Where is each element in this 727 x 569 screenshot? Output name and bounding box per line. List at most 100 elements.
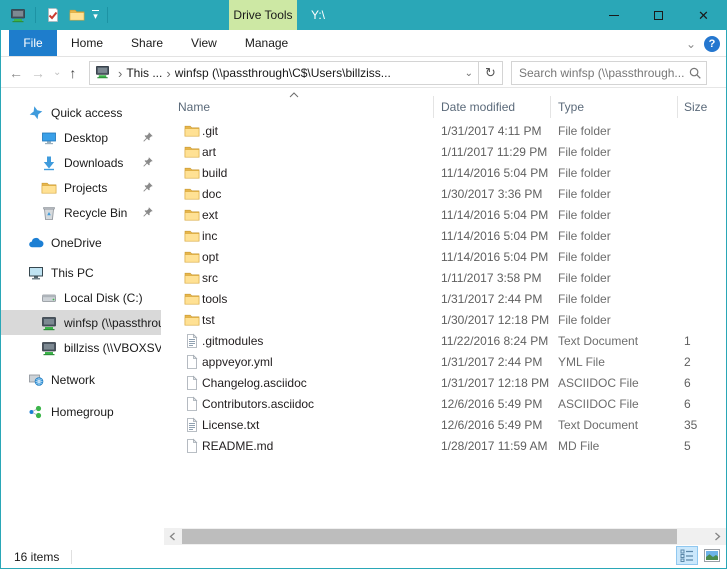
file-date-modified: 1/31/2017 4:11 PM: [441, 121, 553, 142]
file-row[interactable]: art 1/11/2017 11:29 PM File folder: [161, 142, 726, 163]
back-icon[interactable]: ←: [9, 65, 23, 81]
file-row[interactable]: ext 11/14/2016 5:04 PM File folder: [161, 205, 726, 226]
column-header-name[interactable]: Name: [161, 96, 434, 118]
file-type: File folder: [558, 247, 678, 268]
close-button[interactable]: ✕: [681, 0, 726, 30]
sidebar-item-local-disk-c[interactable]: Local Disk (C:): [1, 285, 161, 310]
file-date-modified: 12/6/2016 5:49 PM: [441, 415, 553, 436]
file-date-modified: 1/31/2017 2:44 PM: [441, 352, 553, 373]
sidebar-item-downloads[interactable]: Downloads: [1, 150, 161, 175]
file-name: appveyor.yml: [202, 352, 432, 373]
help-icon[interactable]: ?: [704, 36, 720, 52]
drive-icon: [9, 6, 27, 24]
up-icon[interactable]: ↑: [69, 65, 76, 81]
sidebar-item-desktop[interactable]: Desktop: [1, 125, 161, 150]
explorer-window: ▾ Drive Tools Y:\ ✕ File Home Share View…: [0, 0, 727, 569]
qat-separator: [107, 7, 108, 23]
file-row[interactable]: opt 11/14/2016 5:04 PM File folder: [161, 247, 726, 268]
tab-share[interactable]: Share: [117, 30, 177, 56]
sort-ascending-icon: [288, 88, 300, 96]
details-view-button[interactable]: [676, 546, 698, 565]
file-size: [684, 142, 724, 163]
breadcrumb-this-pc[interactable]: This ...: [126, 66, 162, 80]
file-size: [684, 184, 724, 205]
file-row[interactable]: inc 11/14/2016 5:04 PM File folder: [161, 226, 726, 247]
tab-file[interactable]: File: [9, 30, 57, 56]
new-folder-icon[interactable]: [68, 6, 86, 24]
search-input[interactable]: [512, 66, 684, 80]
breadcrumb-current-folder[interactable]: winfsp (\\passthrough\C$\Users\billziss.…: [175, 66, 460, 80]
file-date-modified: 11/14/2016 5:04 PM: [441, 163, 553, 184]
file-row[interactable]: Contributors.asciidoc 12/6/2016 5:49 PM …: [161, 394, 726, 415]
file-size: [684, 121, 724, 142]
scroll-right-icon[interactable]: [709, 528, 726, 545]
file-type: File folder: [558, 268, 678, 289]
pin-icon: [141, 131, 154, 144]
column-header-size[interactable]: Size: [678, 96, 727, 118]
file-row[interactable]: .git 1/31/2017 4:11 PM File folder: [161, 121, 726, 142]
file-name: build: [202, 163, 432, 184]
scroll-left-icon[interactable]: [164, 528, 181, 545]
file-type: Text Document: [558, 331, 678, 352]
file-type-icon: [184, 354, 200, 370]
ribbon-collapse-icon[interactable]: ⌄: [686, 37, 696, 51]
file-type: ASCIIDOC File: [558, 394, 678, 415]
search-icon[interactable]: [684, 67, 706, 80]
sidebar-item-onedrive[interactable]: OneDrive: [1, 230, 161, 255]
address-dropdown-icon[interactable]: ⌄: [460, 68, 478, 79]
items-count: 16 items: [1, 550, 59, 564]
tab-home[interactable]: Home: [57, 30, 117, 56]
file-type-icon: [184, 270, 200, 286]
file-row[interactable]: build 11/14/2016 5:04 PM File folder: [161, 163, 726, 184]
file-size: 2: [684, 352, 724, 373]
sidebar-item-winfsp-drive[interactable]: winfsp (\\passthrou: [1, 310, 161, 335]
scrollbar-thumb[interactable]: [182, 529, 677, 544]
tab-view[interactable]: View: [177, 30, 231, 56]
horizontal-scrollbar[interactable]: [164, 528, 726, 545]
file-name: .gitmodules: [202, 331, 432, 352]
file-name: tools: [202, 289, 432, 310]
close-icon: ✕: [698, 9, 709, 22]
sidebar-item-billziss-drive[interactable]: billziss (\\VBOXSVR): [1, 335, 161, 360]
column-header-date-modified[interactable]: Date modified: [434, 96, 551, 118]
file-row[interactable]: tools 1/31/2017 2:44 PM File folder: [161, 289, 726, 310]
file-row[interactable]: README.md 1/28/2017 11:59 AM MD File 5: [161, 436, 726, 457]
refresh-icon[interactable]: ↻: [478, 62, 502, 84]
title-bar[interactable]: ▾ Drive Tools Y:\ ✕: [1, 0, 726, 30]
file-row[interactable]: appveyor.yml 1/31/2017 2:44 PM YML File …: [161, 352, 726, 373]
minimize-icon: [609, 15, 619, 16]
file-row[interactable]: doc 1/30/2017 3:36 PM File folder: [161, 184, 726, 205]
address-bar[interactable]: › This ... › winfsp (\\passthrough\C$\Us…: [89, 61, 503, 85]
file-row[interactable]: License.txt 12/6/2016 5:49 PM Text Docum…: [161, 415, 726, 436]
file-type-icon: [184, 123, 200, 139]
file-name: doc: [202, 184, 432, 205]
file-size: [684, 247, 724, 268]
maximize-button[interactable]: [636, 0, 681, 30]
column-header-type[interactable]: Type: [551, 96, 678, 118]
column-headers: Name Date modified Type Size: [161, 96, 726, 121]
file-type-icon: [184, 228, 200, 244]
network-icon: [28, 372, 44, 388]
file-row[interactable]: Changelog.asciidoc 1/31/2017 12:18 PM AS…: [161, 373, 726, 394]
drive-tools-contextual-tab[interactable]: Drive Tools: [229, 0, 297, 30]
properties-check-icon[interactable]: [44, 6, 62, 24]
tab-manage[interactable]: Manage: [231, 30, 302, 56]
sidebar-item-network[interactable]: Network: [1, 367, 161, 392]
file-row[interactable]: src 1/11/2017 3:58 PM File folder: [161, 268, 726, 289]
sidebar-item-this-pc[interactable]: This PC: [1, 260, 161, 285]
minimize-button[interactable]: [591, 0, 636, 30]
file-row[interactable]: .gitmodules 11/22/2016 8:24 PM Text Docu…: [161, 331, 726, 352]
file-name: inc: [202, 226, 432, 247]
address-bar-row: ← → ⌄ ↑ › This ... › winfsp (\\passthrou…: [1, 57, 726, 88]
sidebar-item-projects[interactable]: Projects: [1, 175, 161, 200]
status-separator: [71, 550, 72, 564]
large-icons-view-button[interactable]: [701, 546, 723, 565]
sidebar-item-recycle-bin[interactable]: Recycle Bin: [1, 200, 161, 225]
folder-icon: [41, 180, 57, 196]
file-type: File folder: [558, 205, 678, 226]
forward-icon: →: [31, 65, 45, 81]
sidebar-item-homegroup[interactable]: Homegroup: [1, 399, 161, 424]
file-row[interactable]: tst 1/30/2017 12:18 PM File folder: [161, 310, 726, 331]
qat-customize-dropdown-icon[interactable]: ▾: [92, 10, 99, 21]
sidebar-item-quick-access[interactable]: Quick access: [1, 100, 161, 125]
